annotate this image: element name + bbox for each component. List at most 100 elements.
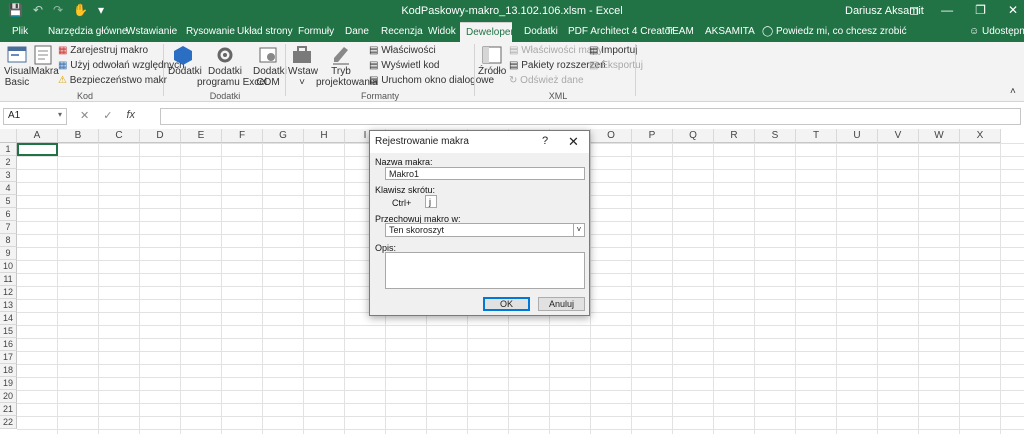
relative-references-button[interactable]: ▦ Użyj odwołań względnych xyxy=(58,60,185,71)
column-header-h[interactable]: H xyxy=(304,129,345,143)
column-header-t[interactable]: T xyxy=(796,129,837,143)
name-box-dropdown-icon[interactable]: ▾ xyxy=(58,110,62,119)
column-header-o[interactable]: O xyxy=(591,129,632,143)
row-header-17[interactable]: 17 xyxy=(0,351,17,364)
relative-references-icon: ▦ xyxy=(58,60,68,71)
tab-uklad-strony[interactable]: Układ strony xyxy=(231,22,299,42)
formula-input[interactable] xyxy=(160,108,1021,125)
row-header-11[interactable]: 11 xyxy=(0,273,17,286)
properties-button[interactable]: ▤ Właściwości xyxy=(369,45,436,56)
visual-basic-button[interactable]: Visual Basic xyxy=(4,44,31,88)
row-header-18[interactable]: 18 xyxy=(0,364,17,377)
column-header-e[interactable]: E xyxy=(181,129,222,143)
addins-button[interactable]: Dodatki xyxy=(168,44,202,77)
row-header-16[interactable]: 16 xyxy=(0,338,17,351)
tab-widok[interactable]: Widok xyxy=(422,22,462,42)
select-all-corner[interactable] xyxy=(0,129,17,143)
column-header-c[interactable]: C xyxy=(99,129,140,143)
row-header-22[interactable]: 22 xyxy=(0,416,17,429)
column-header-q[interactable]: Q xyxy=(673,129,714,143)
ribbon-separator xyxy=(635,44,636,96)
row-header-19[interactable]: 19 xyxy=(0,377,17,390)
row-header-3[interactable]: 3 xyxy=(0,169,17,182)
insert-function-button[interactable]: fx xyxy=(126,109,135,122)
row-header-10[interactable]: 10 xyxy=(0,260,17,273)
row-header-14[interactable]: 14 xyxy=(0,312,17,325)
column-header-p[interactable]: P xyxy=(632,129,673,143)
macros-button[interactable]: Makra xyxy=(31,44,59,77)
column-header-v[interactable]: V xyxy=(878,129,919,143)
enter-icon[interactable]: ✓ xyxy=(103,109,112,122)
column-header-r[interactable]: R xyxy=(714,129,755,143)
run-dialog-icon: ▤ xyxy=(369,75,379,86)
row-header-8[interactable]: 8 xyxy=(0,234,17,247)
tab-deweloper[interactable]: Deweloper xyxy=(460,22,514,42)
tab-recenzja[interactable]: Recenzja xyxy=(375,22,429,42)
close-icon[interactable]: ✕ xyxy=(1008,3,1018,17)
row-header-2[interactable]: 2 xyxy=(0,156,17,169)
row-header-9[interactable]: 9 xyxy=(0,247,17,260)
row-header-12[interactable]: 12 xyxy=(0,286,17,299)
column-header-b[interactable]: B xyxy=(58,129,99,143)
cancel-icon[interactable]: ✕ xyxy=(80,109,89,122)
com-addins-label-1: Dodatki xyxy=(253,66,287,77)
source-button[interactable]: Źródło xyxy=(478,44,506,77)
com-addins-button[interactable]: Dodatki COM xyxy=(253,44,287,88)
row-header-20[interactable]: 20 xyxy=(0,390,17,403)
store-macro-value: Ten skoroszyt xyxy=(389,225,445,235)
maximize-icon[interactable]: ❐ xyxy=(975,3,986,17)
column-header-g[interactable]: G xyxy=(263,129,304,143)
tab-dane[interactable]: Dane xyxy=(339,22,375,42)
import-button[interactable]: ▤ Importuj xyxy=(589,45,637,56)
column-header-a[interactable]: A xyxy=(17,129,58,143)
column-header-d[interactable]: D xyxy=(140,129,181,143)
excel-addins-button[interactable]: Dodatki programu Excel xyxy=(197,44,267,88)
chevron-down-icon[interactable]: ˅ xyxy=(573,224,584,236)
tell-me-search[interactable]: ◯ Powiedz mi, co chcesz zrobić xyxy=(756,22,913,42)
insert-control-button[interactable]: Wstaw ˅ xyxy=(288,44,318,88)
row-header-1[interactable]: 1 xyxy=(0,143,17,156)
tab-aksamita[interactable]: AKSAMITA xyxy=(699,22,761,42)
help-button[interactable]: ? xyxy=(542,135,548,147)
refresh-data-button[interactable]: ↻ Odśwież dane xyxy=(509,75,584,86)
row-header-13[interactable]: 13 xyxy=(0,299,17,312)
ok-button[interactable]: OK xyxy=(483,297,530,311)
tab-dodatki[interactable]: Dodatki xyxy=(518,22,564,42)
column-header-u[interactable]: U xyxy=(837,129,878,143)
tell-me-label: Powiedz mi, co chcesz zrobić xyxy=(775,26,907,37)
record-macro-button[interactable]: ▦ Zarejestruj makro xyxy=(58,45,148,56)
row-header-6[interactable]: 6 xyxy=(0,208,17,221)
insert-control-label: Wstaw xyxy=(288,66,318,77)
close-button[interactable]: ✕ xyxy=(568,134,579,150)
macro-name-input[interactable]: Makro1 xyxy=(385,167,585,180)
row-header-5[interactable]: 5 xyxy=(0,195,17,208)
visual-basic-label-2: Basic xyxy=(4,77,30,88)
column-header-s[interactable]: S xyxy=(755,129,796,143)
run-dialog-button[interactable]: ▤ Uruchom okno dialogowe xyxy=(369,75,494,86)
minimize-icon[interactable]: — xyxy=(941,3,953,17)
ribbon-options-icon[interactable]: ◻ xyxy=(909,3,919,17)
macro-security-button[interactable]: ⚠ Bezpieczeństwo makr xyxy=(58,75,167,86)
tab-plik[interactable]: Plik xyxy=(6,22,34,42)
column-header-f[interactable]: F xyxy=(222,129,263,143)
row-header-4[interactable]: 4 xyxy=(0,182,17,195)
store-macro-select[interactable]: Ten skoroszyt ˅ xyxy=(385,223,585,237)
design-mode-button[interactable]: Tryb projektowania xyxy=(316,44,378,88)
share-button[interactable]: ☺ Udostępnij xyxy=(963,22,1024,42)
tab-team[interactable]: TEAM xyxy=(660,22,700,42)
collapse-ribbon-icon[interactable]: ˄ xyxy=(1010,86,1016,97)
description-textarea[interactable] xyxy=(385,252,585,289)
cancel-button[interactable]: Anuluj xyxy=(538,297,585,311)
macros-label: Makra xyxy=(31,66,59,77)
column-header-x[interactable]: X xyxy=(960,129,1001,143)
row-header-15[interactable]: 15 xyxy=(0,325,17,338)
shortcut-key-input[interactable]: j xyxy=(425,195,437,208)
window-controls: ◻ — ❐ ✕ xyxy=(909,3,1018,17)
tab-wstawianie[interactable]: Wstawianie xyxy=(120,22,183,42)
tab-formuly[interactable]: Formuły xyxy=(292,22,340,42)
view-code-button[interactable]: ▤ Wyświetl kod xyxy=(369,60,440,71)
row-header-21[interactable]: 21 xyxy=(0,403,17,416)
column-header-w[interactable]: W xyxy=(919,129,960,143)
active-cell[interactable] xyxy=(17,143,58,156)
row-header-7[interactable]: 7 xyxy=(0,221,17,234)
